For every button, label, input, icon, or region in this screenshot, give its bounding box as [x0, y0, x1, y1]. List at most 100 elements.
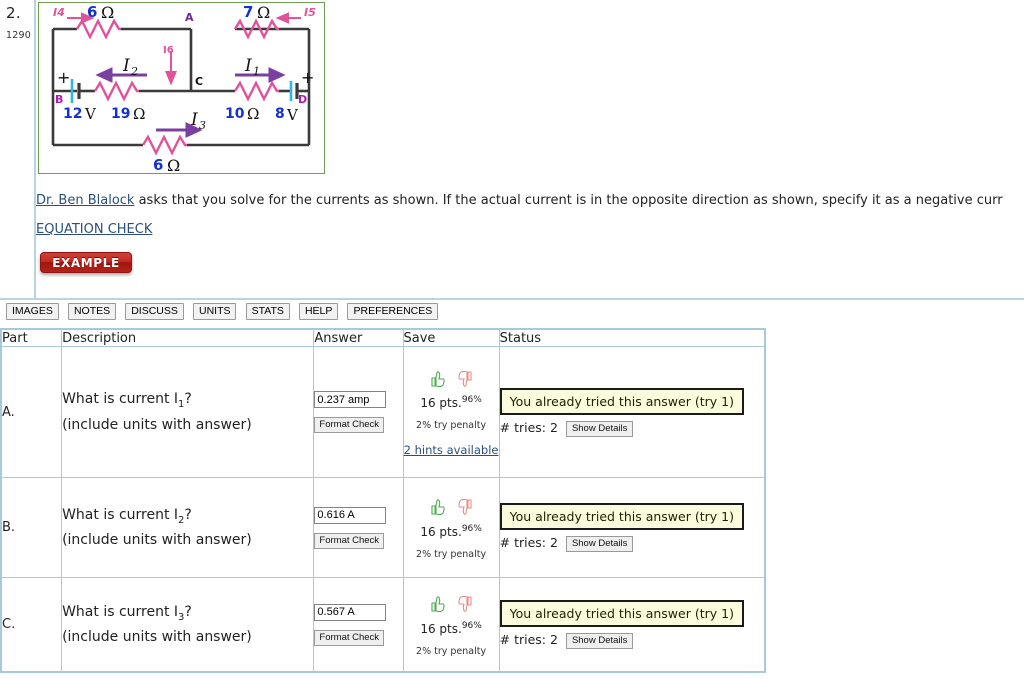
example-button[interactable]: EXAMPLE	[40, 252, 132, 273]
svg-text:Ω: Ω	[133, 105, 145, 123]
vote-thumbs	[404, 496, 499, 518]
circuit-svg: I4 I5 I6 6 Ω 7 Ω A B C D + + I 2 I 1 I 3…	[51, 3, 316, 173]
svg-text:V: V	[84, 105, 97, 123]
status-badge: You already tried this answer (try 1)	[499, 387, 744, 415]
tries-row: # tries: 2 Show Details	[500, 535, 764, 552]
header-status: Status	[498, 329, 766, 347]
toolbar-preferences[interactable]: PREFERENCES	[347, 303, 439, 320]
thumbs-up-icon[interactable]	[429, 370, 446, 388]
toolbar: IMAGES NOTES DISCUSS UNITS STATS HELP PR…	[0, 303, 1024, 325]
row-answer: Format Check	[313, 577, 404, 672]
thumbs-down-icon[interactable]	[457, 370, 474, 388]
points-label: 16 pts.96%	[404, 621, 499, 636]
answer-input[interactable]	[314, 603, 387, 621]
svg-text:I: I	[122, 56, 130, 76]
thumbs-up-icon[interactable]	[429, 595, 446, 613]
tries-label: # tries: 2	[499, 419, 558, 435]
svg-text:D: D	[298, 93, 307, 106]
svg-text:10: 10	[225, 106, 245, 122]
answer-input[interactable]	[314, 391, 387, 408]
points-percent: 96%	[461, 523, 482, 534]
row-save: 16 pts.96% 2% try penalty 2 hints availa…	[402, 346, 500, 478]
problem-body: I4 I5 I6 6 Ω 7 Ω A B C D + + I 2 I 1 I 3…	[36, 0, 1024, 298]
svg-text:I: I	[190, 110, 198, 130]
page-root: 2. 1290 I4 I5 I6 6 Ω 7 Ω A B C D + + I 2…	[0, 0, 1024, 679]
svg-text:I4: I4	[53, 6, 65, 19]
row-save: 16 pts.96% 2% try penalty	[402, 577, 500, 672]
row-status: You already tried this answer (try 1) # …	[498, 346, 766, 478]
thumbs-down-icon[interactable]	[457, 498, 474, 516]
thumbs-up-icon[interactable]	[429, 498, 446, 516]
penalty-label: 2% try penalty	[416, 420, 487, 431]
svg-text:1: 1	[253, 65, 260, 78]
points-label: 16 pts.96%	[404, 395, 499, 410]
svg-text:7: 7	[243, 3, 253, 21]
row-description: What is current I1? (include units with …	[61, 346, 315, 478]
show-details-button[interactable]: Show Details	[565, 536, 634, 552]
header-part: Part	[0, 329, 63, 347]
row-answer: Format Check	[313, 477, 404, 578]
vote-thumbs	[404, 593, 499, 615]
show-details-button[interactable]: Show Details	[565, 420, 634, 437]
toolbar-notes[interactable]: NOTES	[67, 303, 117, 320]
svg-text:Ω: Ω	[101, 3, 114, 22]
equation-check-link[interactable]: EQUATION CHECK	[36, 222, 152, 237]
row-description: What is current I2? (include units with …	[61, 477, 315, 578]
toolbar-discuss[interactable]: DISCUSS	[125, 303, 184, 320]
prompt-body-text: asks that you solve for the currents as …	[134, 193, 1003, 208]
format-check-button[interactable]: Format Check	[314, 532, 385, 549]
svg-text:+: +	[57, 68, 70, 87]
question-suffix: ?	[184, 391, 192, 408]
tries-row: # tries: 2 Show Details	[500, 420, 764, 437]
toolbar-help[interactable]: HELP	[298, 303, 339, 320]
format-check-button[interactable]: Format Check	[314, 629, 385, 646]
svg-text:I6: I6	[163, 45, 174, 56]
answer-input[interactable]	[314, 506, 387, 524]
header-save: Save	[402, 329, 500, 347]
question-note: (include units with answer)	[62, 532, 252, 549]
status-badge: You already tried this answer (try 1)	[499, 600, 744, 627]
toolbar-images[interactable]: IMAGES	[6, 303, 59, 320]
problem-number: 2.	[6, 4, 21, 22]
points-value: 16 pts.	[420, 524, 462, 539]
table-row: C. What is current I3? (include units wi…	[0, 577, 766, 672]
problem-prompt: Dr. Ben Blalock asks that you solve for …	[36, 193, 1024, 209]
svg-text:19: 19	[111, 106, 130, 122]
svg-text:Ω: Ω	[167, 156, 180, 173]
show-details-button[interactable]: Show Details	[565, 633, 634, 649]
svg-text:B: B	[55, 93, 63, 106]
tries-label: # tries: 2	[499, 535, 558, 550]
question-note: (include units with answer)	[62, 629, 252, 646]
thumbs-down-icon[interactable]	[457, 595, 474, 613]
svg-text:I: I	[244, 56, 252, 76]
header-answer: Answer	[313, 329, 404, 347]
format-check-button[interactable]: Format Check	[314, 417, 385, 433]
svg-text:12: 12	[63, 106, 82, 122]
problem-id: 1290	[6, 30, 31, 41]
row-part-label: C.	[0, 577, 63, 672]
points-percent: 96%	[461, 395, 482, 405]
problem-number-column: 2. 1290	[0, 0, 36, 298]
points-percent: 96%	[461, 620, 482, 631]
header-description: Description	[61, 329, 315, 347]
question-suffix: ?	[184, 603, 192, 620]
tries-label: # tries: 2	[499, 632, 558, 647]
tries-row: # tries: 2 Show Details	[500, 632, 764, 649]
points-value: 16 pts.	[420, 621, 462, 636]
question-text: What is current I	[62, 391, 179, 408]
row-save: 16 pts.96% 2% try penalty	[402, 477, 500, 578]
row-part-label: A.	[0, 346, 63, 478]
hints-link[interactable]: 2 hints available	[404, 443, 499, 457]
svg-text:Ω: Ω	[247, 105, 259, 123]
question-text: What is current I	[62, 603, 179, 620]
author-link[interactable]: Dr. Ben Blalock	[36, 193, 134, 208]
row-description: What is current I3? (include units with …	[61, 577, 315, 672]
svg-text:V: V	[286, 106, 299, 124]
vote-thumbs	[404, 367, 499, 389]
toolbar-units[interactable]: UNITS	[192, 303, 237, 320]
svg-text:A: A	[185, 11, 194, 24]
table-header-row: Part Description Answer Save Status	[0, 329, 766, 347]
toolbar-stats[interactable]: STATS	[245, 303, 290, 320]
svg-text:2: 2	[130, 65, 138, 78]
points-label: 16 pts.96%	[404, 524, 499, 539]
